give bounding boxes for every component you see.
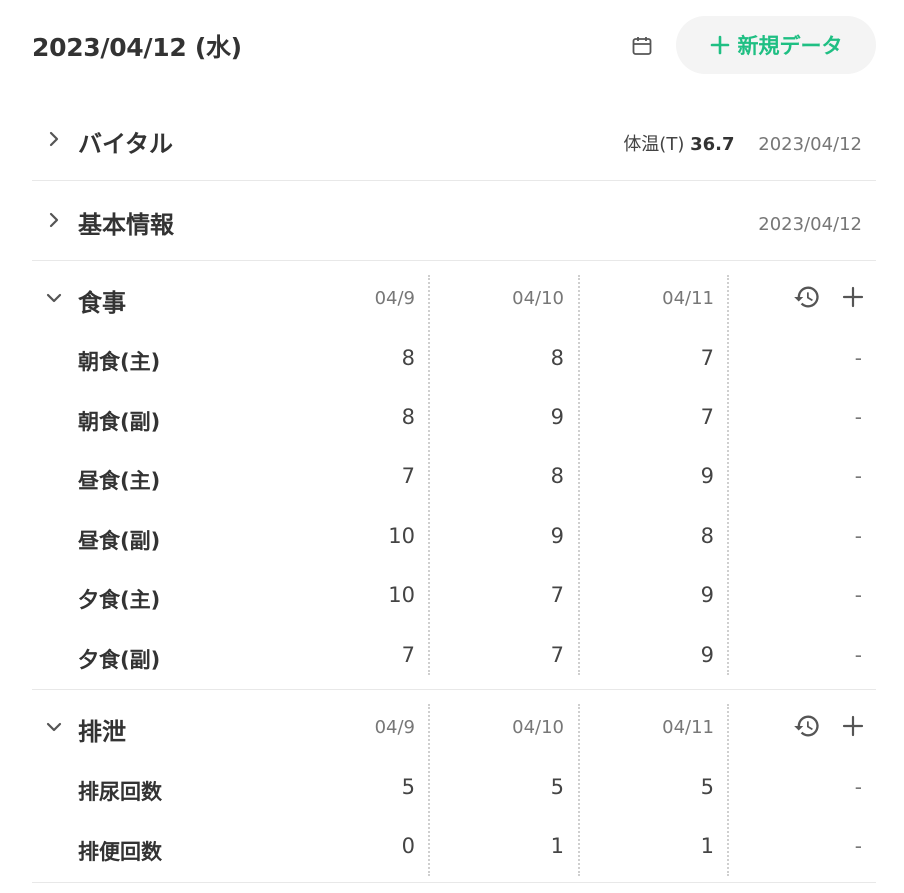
table-cell: 8: [401, 405, 415, 429]
expand-toggle[interactable]: [46, 131, 62, 147]
row-label: 朝食(主): [78, 350, 161, 374]
table-cell: 1: [550, 834, 564, 858]
column-divider: [727, 275, 729, 675]
table-cell: 9: [700, 464, 714, 488]
row-label: 朝食(副): [78, 410, 161, 434]
table-cell: 7: [700, 346, 714, 370]
metric-label: 体温(T): [623, 134, 685, 155]
column-header: 04/9: [374, 288, 415, 309]
chevron-right-icon: [49, 131, 59, 147]
chevron-down-icon: [46, 293, 62, 303]
section-date: 2023/04/12: [758, 134, 862, 155]
column-divider: [727, 704, 729, 876]
row-label: 排便回数: [78, 840, 162, 864]
column-divider: [578, 275, 580, 675]
chevron-down-icon: [46, 722, 62, 732]
history-button[interactable]: [792, 711, 822, 741]
table-cell: 9: [700, 583, 714, 607]
metric-value: 36.7: [690, 134, 735, 155]
section-meta: 体温(T) 36.7 2023/04/12: [623, 130, 862, 156]
table-cell-empty: -: [854, 583, 862, 607]
history-icon: [794, 286, 819, 308]
column-header: 04/10: [512, 717, 564, 738]
table-cell-empty: -: [854, 405, 862, 429]
table-cell: 7: [401, 643, 415, 667]
new-data-label: 新規データ: [737, 34, 843, 58]
table-cell: 10: [388, 524, 415, 548]
table-cell-empty: -: [854, 524, 862, 548]
row-label: 昼食(主): [78, 469, 161, 493]
section-vital[interactable]: バイタル 体温(T) 36.7 2023/04/12: [32, 100, 876, 181]
table-cell: 5: [550, 775, 564, 799]
table-cell: 0: [401, 834, 415, 858]
row-label: 夕食(副): [78, 648, 161, 672]
table-cell: 9: [550, 405, 564, 429]
column-divider: [578, 704, 580, 876]
history-button[interactable]: [792, 282, 822, 312]
history-icon: [794, 715, 819, 737]
add-button[interactable]: [838, 282, 868, 312]
table-cell: 8: [550, 464, 564, 488]
row-label: 昼食(副): [78, 529, 161, 553]
calendar-icon: [632, 37, 652, 55]
plus-icon: [842, 715, 864, 737]
table-cell: 5: [401, 775, 415, 799]
table-cell-empty: -: [854, 643, 862, 667]
column-header: 04/11: [662, 288, 714, 309]
table-cell: 10: [388, 583, 415, 607]
table-cell: 8: [700, 524, 714, 548]
row-label: 排尿回数: [78, 780, 162, 804]
plus-icon: [710, 35, 729, 55]
table-cell: 7: [550, 643, 564, 667]
section-title: 排泄: [78, 718, 126, 746]
table-cell-empty: -: [854, 346, 862, 370]
table-cell: 5: [700, 775, 714, 799]
plus-icon: [842, 286, 864, 308]
section-title: 基本情報: [78, 211, 174, 239]
column-divider: [428, 704, 430, 876]
table-cell: 7: [700, 405, 714, 429]
page-title: 2023/04/12 (水): [32, 33, 242, 62]
section-date: 2023/04/12: [758, 214, 862, 235]
calendar-button[interactable]: [628, 32, 656, 60]
table-cell: 9: [700, 643, 714, 667]
section-meal: 食事 04/9 04/10 04/11 朝食(主) 8 8 7 - 朝食(副) …: [32, 261, 876, 690]
section-basic-info[interactable]: 基本情報 2023/04/12: [32, 181, 876, 261]
table-cell: 7: [401, 464, 415, 488]
chevron-right-icon: [49, 212, 59, 228]
add-button[interactable]: [838, 711, 868, 741]
section-title: バイタル: [78, 130, 174, 158]
row-label: 夕食(主): [78, 588, 161, 612]
table-cell: 9: [550, 524, 564, 548]
table-cell-empty: -: [854, 464, 862, 488]
column-header: 04/10: [512, 288, 564, 309]
new-data-button[interactable]: 新規データ: [676, 16, 876, 74]
column-header: 04/9: [374, 717, 415, 738]
section-title: 食事: [78, 289, 126, 317]
column-header: 04/11: [662, 717, 714, 738]
collapse-toggle[interactable]: [46, 290, 62, 306]
collapse-toggle[interactable]: [46, 719, 62, 735]
header: 2023/04/12 (水) 新規データ: [0, 0, 904, 92]
section-excretion: 排泄 04/9 04/10 04/11 排尿回数 5 5 5 - 排便回数 0 …: [32, 690, 876, 883]
column-divider: [428, 275, 430, 675]
table-cell: 8: [401, 346, 415, 370]
table-cell: 8: [550, 346, 564, 370]
table-cell: 1: [700, 834, 714, 858]
table-cell: 7: [550, 583, 564, 607]
expand-toggle[interactable]: [46, 212, 62, 228]
section-meta: 2023/04/12: [758, 214, 862, 235]
table-cell-empty: -: [854, 834, 862, 858]
table-cell-empty: -: [854, 775, 862, 799]
